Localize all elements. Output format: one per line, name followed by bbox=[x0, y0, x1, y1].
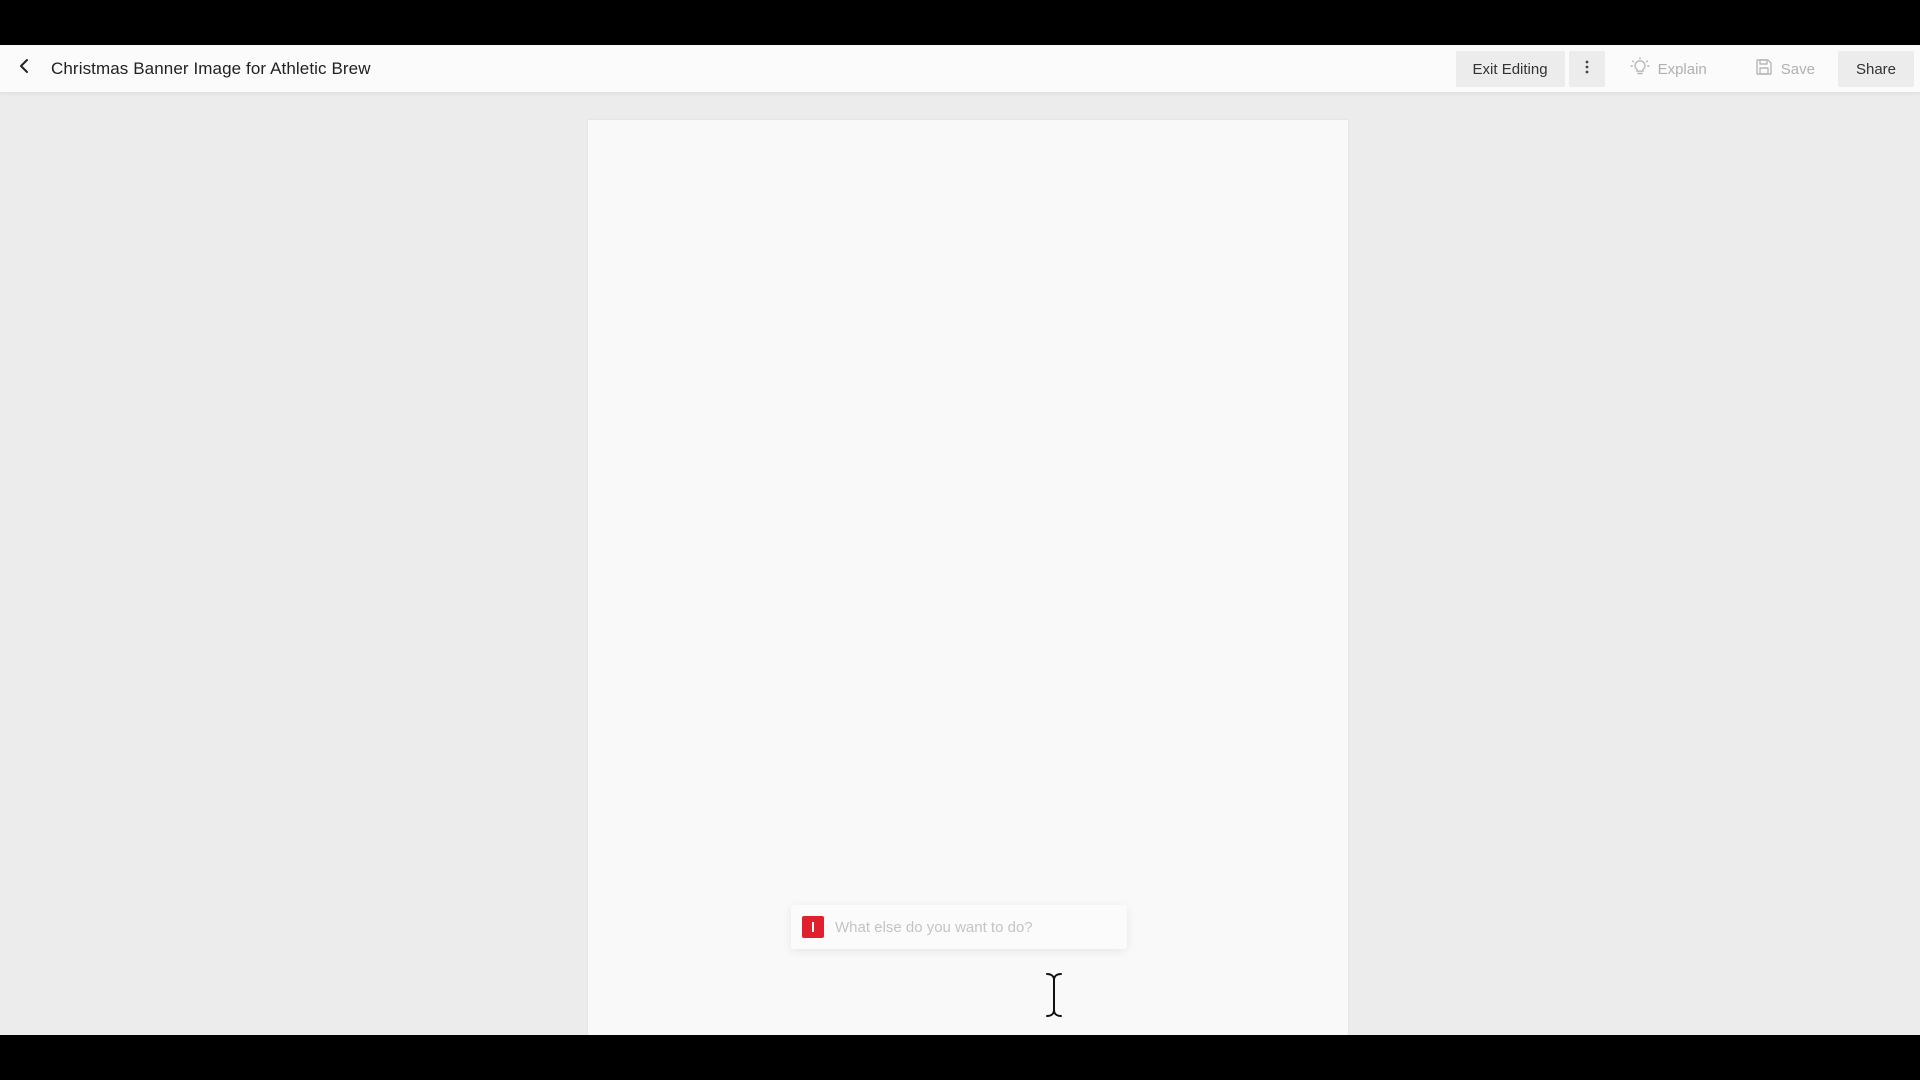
prompt-bar[interactable] bbox=[791, 905, 1127, 949]
exit-editing-button[interactable]: Exit Editing bbox=[1455, 51, 1565, 87]
chevron-left-icon bbox=[18, 58, 30, 79]
more-vertical-icon bbox=[1585, 60, 1589, 78]
top-bar: Christmas Banner Image for Athletic Brew… bbox=[0, 45, 1920, 93]
assistant-logo-icon bbox=[802, 916, 824, 938]
prompt-input[interactable] bbox=[835, 913, 1115, 941]
toolbar-actions: Exit Editing Explain Save Share bbox=[1455, 50, 1914, 88]
page-title: Christmas Banner Image for Athletic Brew bbox=[51, 58, 371, 78]
explain-button[interactable]: Explain bbox=[1613, 51, 1724, 87]
lightbulb-icon bbox=[1629, 56, 1650, 81]
share-label: Share bbox=[1855, 60, 1896, 78]
share-button[interactable]: Share bbox=[1837, 51, 1914, 87]
more-options-button[interactable] bbox=[1568, 51, 1605, 87]
letterbox-top bbox=[0, 0, 1920, 45]
app-window: Christmas Banner Image for Athletic Brew… bbox=[0, 45, 1920, 1035]
letterbox-bottom bbox=[0, 1035, 1920, 1080]
save-icon bbox=[1755, 58, 1773, 80]
exit-editing-label: Exit Editing bbox=[1472, 60, 1548, 78]
save-label: Save bbox=[1780, 60, 1815, 78]
save-button[interactable]: Save bbox=[1738, 51, 1832, 87]
back-button[interactable] bbox=[12, 57, 36, 81]
banner-canvas[interactable] bbox=[588, 120, 1348, 1035]
explain-label: Explain bbox=[1657, 60, 1707, 78]
